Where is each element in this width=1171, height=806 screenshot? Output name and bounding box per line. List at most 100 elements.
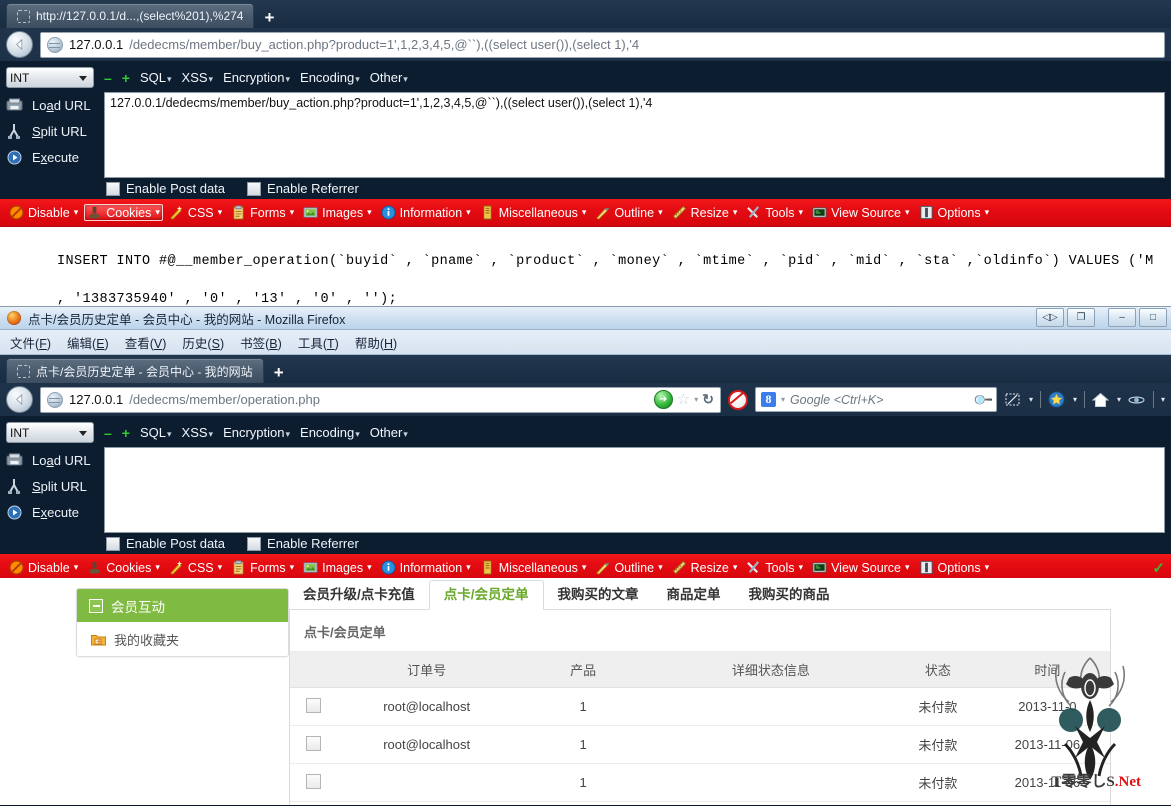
wd-view-source-menu[interactable]: View Source ▾ (809, 204, 912, 221)
menu-view[interactable]: 查看(V) (125, 333, 167, 352)
noscript-icon[interactable] (727, 389, 748, 410)
wd-information-menu[interactable]: Information ▾ (378, 204, 474, 221)
row-checkbox-cell[interactable] (290, 801, 338, 805)
menu-edit[interactable]: 编辑(E) (67, 333, 109, 352)
browser-tab-1[interactable]: http://127.0.0.1/d...,(select%201),%274 (6, 3, 255, 28)
wd-miscellaneous-menu[interactable]: Miscellaneous ▾ (477, 204, 590, 221)
tab-product-order[interactable]: 商品定单 (653, 581, 735, 610)
hackbar-menu-xss-2[interactable]: XSS▾ (182, 425, 214, 440)
hackbar-menu-encryption[interactable]: Encryption▾ (223, 70, 290, 85)
wd-forms-menu[interactable]: Forms ▾ (228, 204, 297, 221)
screenshot-tool-icon[interactable] (1004, 391, 1022, 409)
collapse-minus-icon[interactable] (89, 598, 103, 613)
chevron-down-icon[interactable]: ▾ (1117, 395, 1121, 404)
bookmark-star-icon[interactable]: ☆ (677, 392, 690, 407)
addon-star-icon[interactable] (1048, 391, 1066, 409)
wd2-tools-menu[interactable]: Tools ▾ (743, 559, 806, 576)
wd-outline-menu[interactable]: Outline ▾ (592, 204, 665, 221)
chevron-down-icon[interactable]: ▾ (694, 395, 698, 404)
hackbar-menu-other[interactable]: Other▾ (370, 70, 408, 85)
menu-tools[interactable]: 工具(T) (298, 333, 339, 352)
table-row[interactable]: root@localhost 1 未付款 2013-11-06 (290, 725, 1110, 764)
wd-disable-menu[interactable]: Disable ▾ (6, 204, 81, 221)
split-url-button[interactable]: Split URL (4, 118, 104, 144)
hackbar-menu-other-2[interactable]: Other▾ (370, 425, 408, 440)
tab-purchased-products[interactable]: 我购买的商品 (735, 581, 844, 610)
new-tab-button[interactable]: + (266, 361, 292, 383)
chevron-down-icon[interactable]: ▾ (1029, 395, 1033, 404)
hackbar-type-select-2[interactable]: INT (6, 422, 94, 443)
window-restore-left-button[interactable]: ◁▷ (1036, 308, 1064, 327)
browser-tab-2[interactable]: 点卡/会员历史定单 - 会员中心 - 我的网站 (6, 358, 264, 383)
wd2-disable-menu[interactable]: Disable ▾ (6, 559, 81, 576)
tab-card-member-order[interactable]: 点卡/会员定单 (428, 579, 544, 610)
url-bar-2[interactable]: 127.0.0.1/dedecms/member/operation.php ➜… (40, 386, 721, 413)
sidebar-item-favorites[interactable]: 我的收藏夹 (77, 622, 288, 656)
hackbar-menu-encoding[interactable]: Encoding▾ (300, 70, 360, 85)
reload-icon[interactable]: ↻ (702, 391, 714, 408)
search-box[interactable]: 8 ▾ Google <Ctrl+K> 🔍 (754, 387, 997, 412)
wd2-outline-menu[interactable]: Outline ▾ (592, 559, 665, 576)
load-url-button[interactable]: Load URL (4, 92, 104, 118)
table-row[interactable]: 1 2 未付款 2013-11-06 (290, 801, 1110, 805)
enable-post-data-checkbox-2[interactable]: Enable Post data (106, 536, 225, 551)
go-button[interactable]: ➜ (653, 390, 673, 409)
row-checkbox-cell[interactable] (290, 725, 338, 764)
validation-check-icon[interactable]: ✓ (1152, 559, 1165, 577)
hackbar-type-select[interactable]: INT (6, 67, 94, 88)
split-url-button-2[interactable]: Split URL (4, 473, 104, 499)
window-minimize-button[interactable]: – (1108, 308, 1136, 327)
menu-file[interactable]: 文件(F) (10, 333, 51, 352)
new-tab-button[interactable]: + (256, 6, 282, 28)
wd2-resize-menu[interactable]: Resize ▾ (669, 559, 741, 576)
wd2-information-menu[interactable]: Information ▾ (378, 559, 474, 576)
table-row[interactable]: root@localhost 1 未付款 2013-11-0 (290, 687, 1110, 726)
wd-images-menu[interactable]: Images ▾ (300, 204, 375, 221)
wd2-view-source-menu[interactable]: View Source ▾ (809, 559, 912, 576)
hackbar-menu-sql[interactable]: SQL▾ (140, 70, 172, 85)
wd2-images-menu[interactable]: Images ▾ (300, 559, 375, 576)
execute-button[interactable]: Execute (4, 144, 104, 170)
hackbar-url-textarea-2[interactable] (104, 447, 1165, 533)
decrement-icon[interactable]: – (104, 71, 112, 85)
decrement-icon[interactable]: – (104, 426, 112, 440)
wd2-options-menu[interactable]: Options ▾ (916, 559, 993, 576)
row-checkbox[interactable] (306, 735, 322, 751)
execute-button-2[interactable]: Execute (4, 499, 104, 525)
hackbar-menu-encryption-2[interactable]: Encryption▾ (223, 425, 290, 440)
extension-icon[interactable] (1128, 391, 1146, 409)
back-button[interactable] (6, 386, 33, 413)
tab-member-upgrade[interactable]: 会员升级/点卡充值 (289, 581, 429, 610)
wd2-miscellaneous-menu[interactable]: Miscellaneous ▾ (477, 559, 590, 576)
url-bar-1[interactable]: 127.0.0.1/dedecms/member/buy_action.php?… (40, 31, 1165, 58)
row-checkbox-cell[interactable] (290, 687, 338, 726)
hackbar-menu-xss[interactable]: XSS▾ (182, 70, 214, 85)
menu-bookmarks[interactable]: 书签(B) (240, 333, 282, 352)
load-url-button-2[interactable]: Load URL (4, 447, 104, 473)
row-checkbox-cell[interactable] (290, 763, 338, 802)
row-checkbox[interactable] (306, 773, 322, 789)
wd2-forms-menu[interactable]: Forms ▾ (228, 559, 297, 576)
search-icon[interactable]: 🔍 (971, 388, 994, 411)
row-checkbox[interactable] (306, 697, 322, 713)
sidebar-item-member-interaction[interactable]: 会员互动 (77, 589, 288, 622)
hackbar-url-textarea-1[interactable]: 127.0.0.1/dedecms/member/buy_action.php?… (104, 92, 1165, 178)
wd-tools-menu[interactable]: Tools ▾ (743, 204, 806, 221)
chevron-down-icon[interactable]: ▾ (781, 395, 785, 404)
wd-cookies-menu[interactable]: Cookies ▾ (84, 204, 163, 221)
hackbar-menu-encoding-2[interactable]: Encoding▾ (300, 425, 360, 440)
enable-post-data-checkbox[interactable]: Enable Post data (106, 181, 225, 196)
increment-icon[interactable]: + (122, 71, 130, 85)
enable-referrer-checkbox-2[interactable]: Enable Referrer (247, 536, 359, 551)
wd2-cookies-menu[interactable]: Cookies ▾ (84, 559, 163, 576)
tab-purchased-articles[interactable]: 我购买的文章 (544, 581, 653, 610)
chevron-down-icon[interactable]: ▾ (1073, 395, 1077, 404)
home-icon[interactable] (1092, 391, 1110, 409)
table-row[interactable]: 1 未付款 2013-11-06 (290, 763, 1110, 802)
menu-help[interactable]: 帮助(H) (355, 333, 397, 352)
enable-referrer-checkbox[interactable]: Enable Referrer (247, 181, 359, 196)
window-extra-button[interactable]: ❐ (1067, 308, 1095, 327)
wd-resize-menu[interactable]: Resize ▾ (669, 204, 741, 221)
increment-icon[interactable]: + (122, 426, 130, 440)
wd2-css-menu[interactable]: CSS ▾ (166, 559, 225, 576)
